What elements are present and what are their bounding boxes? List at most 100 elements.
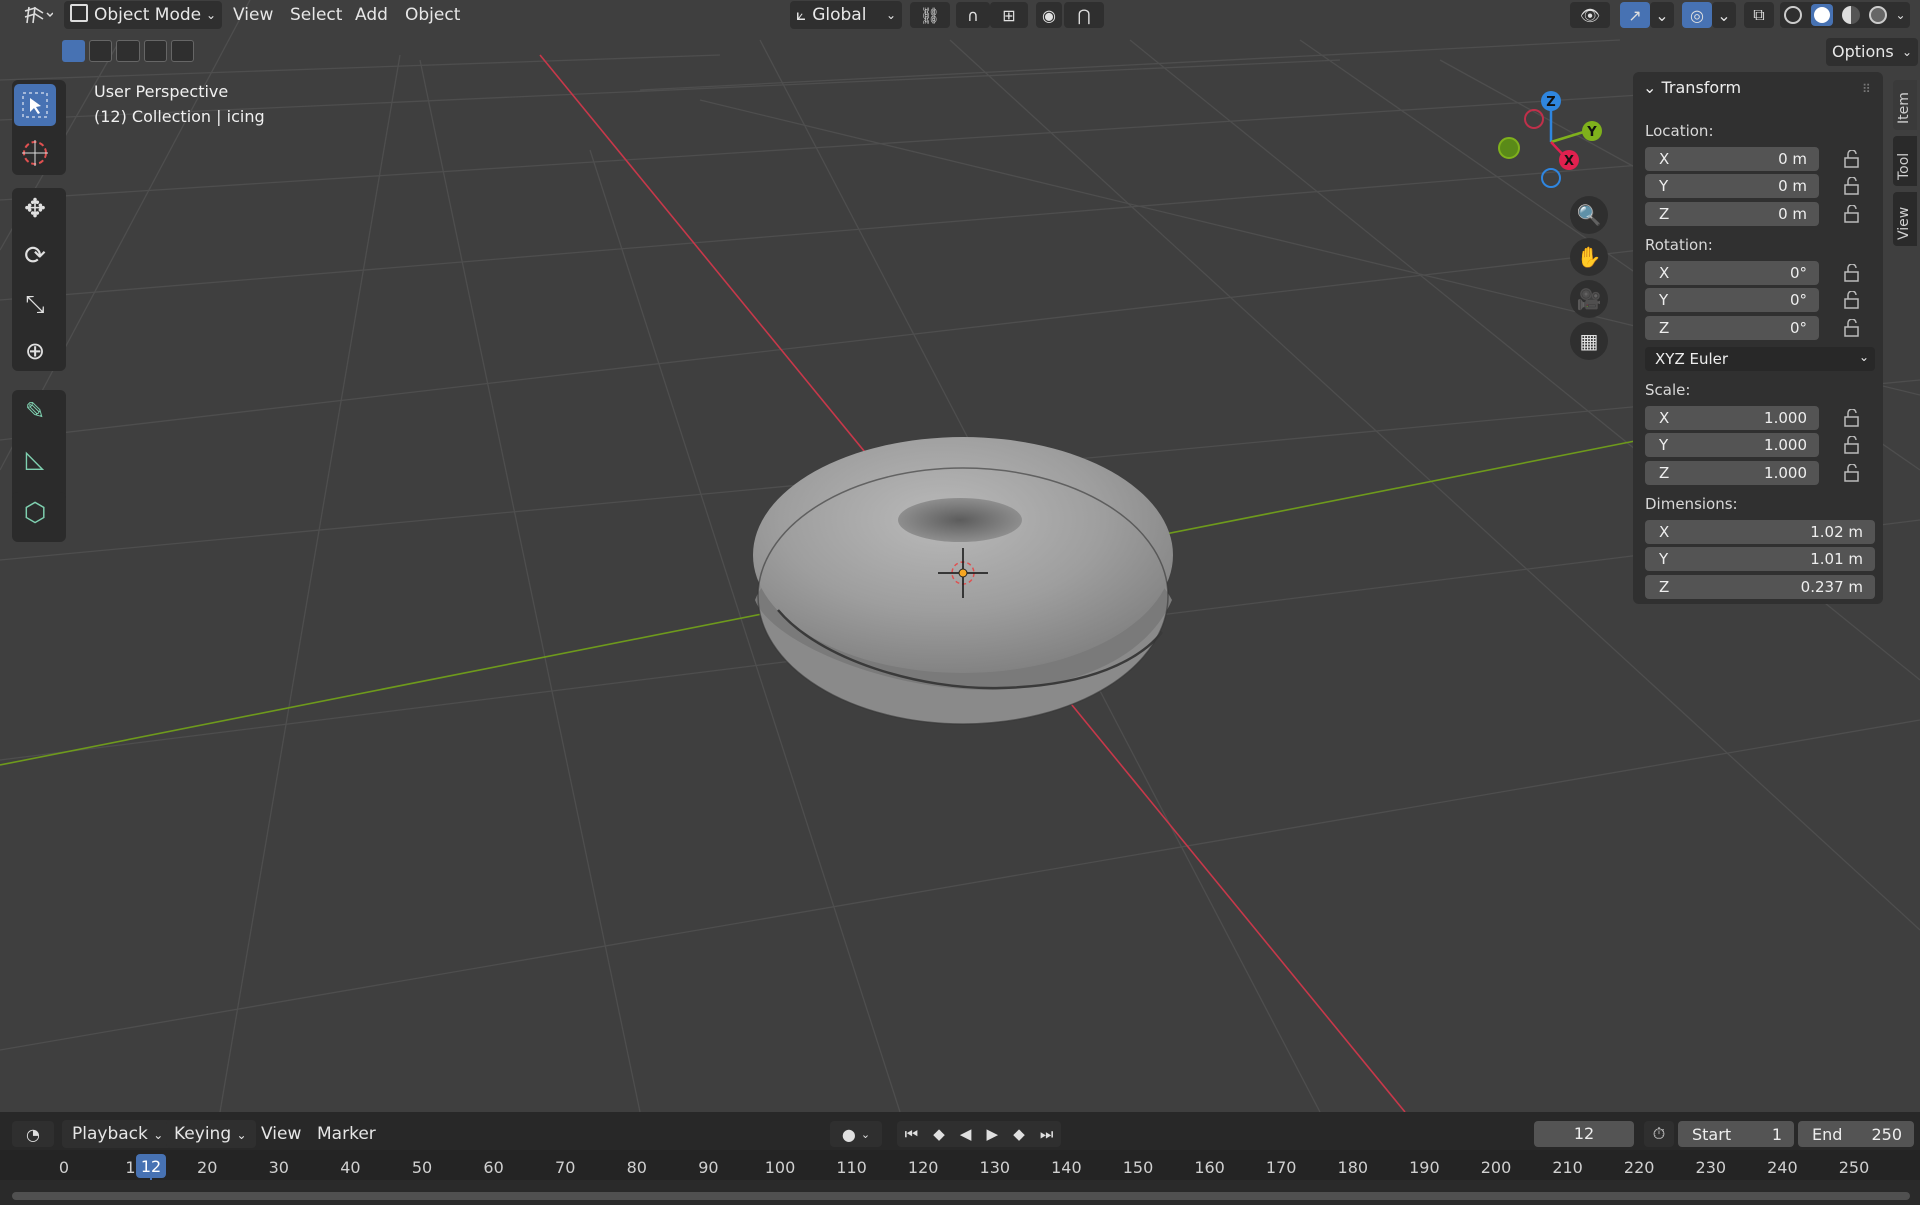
mode-dropdown[interactable]: Object Mode ⌄ (64, 1, 222, 29)
solid-shading-button[interactable] (1811, 4, 1834, 26)
dimensions-x-field[interactable]: X 1.02 m (1645, 520, 1875, 544)
rotation-y-field[interactable]: Y 0° (1645, 288, 1819, 312)
visibility-dropdown[interactable]: 👁 (1570, 2, 1610, 28)
lock-open-icon[interactable] (1843, 409, 1861, 427)
prev-keyframe-icon[interactable]: ◆ (933, 1125, 945, 1143)
select-subtract-icon[interactable] (116, 40, 140, 62)
gizmo-toggle[interactable]: ↗ (1620, 2, 1650, 28)
start-value: 1 (1771, 1125, 1782, 1144)
lock-open-icon[interactable] (1843, 205, 1861, 223)
camera-view-button[interactable]: 🎥 (1570, 280, 1608, 318)
gizmo-x-label: X (1564, 154, 1574, 169)
next-keyframe-icon[interactable]: ◆ (1013, 1125, 1025, 1143)
dimensions-y-field[interactable]: Y 1.01 m (1645, 547, 1875, 571)
scale-y-field[interactable]: Y 1.000 (1645, 433, 1819, 457)
select-invert-icon[interactable] (143, 40, 167, 62)
timeline-editor-type-button[interactable]: ◔ (12, 1121, 54, 1147)
tool-scale[interactable]: ⤡ (14, 283, 56, 325)
gizmo-neg-y-icon[interactable] (1498, 137, 1520, 159)
tool-move[interactable]: ✥ (14, 188, 56, 230)
axis-label: X (1659, 523, 1670, 541)
ruler-tick-label: 180 (1337, 1158, 1369, 1177)
select-intersect-icon[interactable] (170, 40, 195, 62)
tool-select-box[interactable] (14, 84, 56, 126)
xray-toggle[interactable]: ⧉ (1744, 2, 1774, 28)
tool-add-cube[interactable]: ⬡ (14, 492, 56, 534)
keying-dropdown[interactable]: Keying ⌄ (166, 1120, 256, 1148)
location-z-field[interactable]: Z 0 m (1645, 202, 1819, 226)
scale-z-field[interactable]: Z 1.000 (1645, 461, 1819, 485)
preview-range-toggle[interactable]: ⏱ (1644, 1121, 1674, 1147)
transform-panel-header[interactable]: ⌄ Transform (1643, 78, 1741, 97)
tab-view[interactable]: View (1893, 192, 1917, 246)
gizmo-dropdown[interactable]: ⌄ (1650, 2, 1674, 28)
tool-rotate[interactable]: ⟳ (14, 235, 56, 277)
location-x-field[interactable]: X 0 m (1645, 147, 1819, 171)
lock-open-icon[interactable] (1843, 464, 1861, 482)
proportional-editing-toggle[interactable]: ◉ (1036, 2, 1062, 28)
tab-tool[interactable]: Tool (1893, 136, 1917, 186)
dimensions-z-field[interactable]: Z 0.237 m (1645, 575, 1875, 599)
transform-orientation-dropdown[interactable]: ⟀ Global ⌄ (790, 1, 902, 29)
lock-open-icon[interactable] (1843, 436, 1861, 454)
snap-toggle[interactable]: ∩ (956, 2, 990, 28)
scale-x-field[interactable]: X 1.000 (1645, 406, 1819, 430)
chevron-down-icon: ⌄ (205, 8, 216, 22)
auto-keying-toggle[interactable]: ● ⌄ (830, 1121, 882, 1147)
timeline-menu-marker[interactable]: Marker (317, 1120, 376, 1148)
overlays-toggle[interactable]: ◎ (1682, 2, 1712, 28)
pivot-point-dropdown[interactable]: ⛓ (910, 2, 950, 28)
rendered-shading-icon[interactable] (1868, 6, 1887, 24)
zoom-button[interactable]: 🔍 (1570, 196, 1608, 234)
chevron-down-icon: ⌄ (1717, 5, 1731, 25)
rotation-mode-dropdown[interactable]: XYZ Euler ⌄ (1645, 347, 1875, 371)
lock-open-icon[interactable] (1843, 177, 1861, 195)
ruler-tick-label: 40 (340, 1158, 361, 1177)
tool-transform[interactable]: ⊕ (14, 330, 56, 372)
tab-item[interactable]: Item (1893, 80, 1917, 130)
end-frame-field[interactable]: End 250 (1798, 1121, 1914, 1147)
lock-open-icon[interactable] (1843, 150, 1861, 168)
rotation-x-field[interactable]: X 0° (1645, 261, 1819, 285)
timeline-scrollbar[interactable] (12, 1192, 1910, 1200)
play-reverse-icon[interactable]: ◀ (960, 1125, 972, 1143)
menu-add[interactable]: Add (355, 0, 388, 30)
snap-target-dropdown[interactable]: ⊞ (990, 2, 1028, 28)
gizmo-neg-x-icon[interactable] (1524, 109, 1544, 129)
timeline-menu-view[interactable]: View (261, 1120, 301, 1148)
tool-cursor[interactable] (14, 132, 56, 174)
gizmo-neg-z-icon[interactable] (1541, 168, 1561, 188)
jump-end-icon[interactable]: ⏭ (1040, 1125, 1054, 1143)
ruler-tick-label: 200 (1480, 1158, 1512, 1177)
rotation-z-field[interactable]: Z 0° (1645, 316, 1819, 340)
menu-view[interactable]: View (233, 0, 273, 30)
editor-type-button[interactable] (16, 2, 56, 28)
options-dropdown[interactable]: Options ⌄ (1826, 38, 1918, 66)
select-new-icon[interactable] (62, 40, 86, 62)
perspective-toggle-button[interactable]: ▦ (1570, 322, 1608, 360)
wireframe-shading-icon[interactable] (1784, 6, 1803, 24)
jump-start-icon[interactable]: ⏮ (905, 1125, 919, 1143)
chevron-down-icon[interactable]: ⌄ (1896, 8, 1906, 22)
playback-dropdown[interactable]: Playback ⌄ (62, 1120, 172, 1148)
material-shading-icon[interactable] (1841, 6, 1860, 24)
lock-open-icon[interactable] (1843, 264, 1861, 282)
overlays-dropdown[interactable]: ⌄ (1712, 2, 1736, 28)
drag-handle-icon[interactable]: ⠿ (1862, 82, 1871, 96)
menu-select[interactable]: Select (290, 0, 342, 30)
play-icon[interactable]: ▶ (987, 1125, 999, 1143)
lock-open-icon[interactable] (1843, 291, 1861, 309)
menu-object[interactable]: Object (405, 0, 460, 30)
current-frame-field[interactable]: 12 (1534, 1121, 1634, 1147)
location-y-field[interactable]: Y 0 m (1645, 174, 1819, 198)
tool-annotate[interactable]: ✎ (14, 390, 56, 432)
lock-open-icon[interactable] (1843, 319, 1861, 337)
select-extend-icon[interactable] (89, 40, 113, 62)
start-frame-field[interactable]: Start 1 (1678, 1121, 1794, 1147)
snap-increment-icon: ⊞ (1002, 5, 1016, 25)
falloff-dropdown[interactable]: ⋂ (1064, 2, 1104, 28)
3d-viewport[interactable] (0, 0, 1920, 1112)
tool-measure[interactable]: ◺ (14, 438, 56, 480)
pan-button[interactable]: ✋ (1570, 238, 1608, 276)
navigation-gizmo[interactable]: Z Y X (1490, 85, 1620, 200)
